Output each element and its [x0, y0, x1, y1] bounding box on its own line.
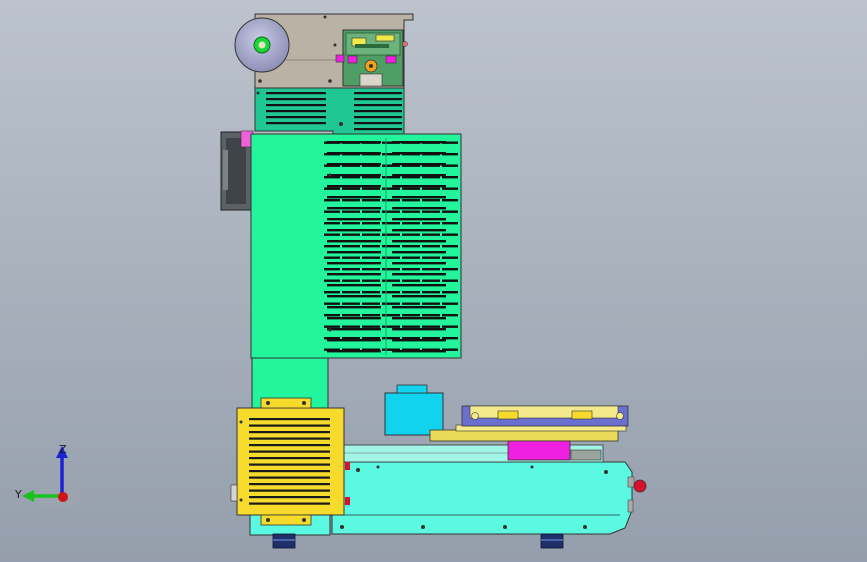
magenta-block [335, 54, 345, 63]
screw [256, 91, 260, 95]
base-unit[interactable] [331, 444, 647, 535]
screw [239, 498, 243, 502]
screw [376, 465, 380, 469]
screw [328, 328, 332, 332]
screw [323, 15, 327, 19]
screw [530, 465, 534, 469]
cad-viewport[interactable]: Z Y [0, 0, 867, 562]
emergency-stop-button[interactable] [633, 479, 647, 493]
slide-rail [355, 44, 389, 48]
fixture-clamp [571, 410, 593, 420]
screw [340, 525, 344, 529]
z-axis-label: Z [59, 443, 67, 456]
screw [302, 401, 306, 405]
machine-model[interactable] [0, 0, 867, 562]
control-box[interactable] [230, 397, 345, 526]
fixture-knob [471, 412, 479, 420]
motor-cap [396, 384, 428, 394]
motor-block[interactable] [384, 384, 444, 436]
screw [302, 518, 306, 522]
screw [258, 79, 262, 83]
switch-body [627, 476, 635, 488]
pin [402, 41, 408, 47]
fixture-plate [429, 429, 619, 442]
reel-axle [258, 41, 266, 49]
main-cover-panel[interactable] [250, 133, 462, 359]
foot-left [272, 533, 296, 549]
indicator-light [345, 497, 350, 505]
side-fan-housing[interactable] [220, 130, 254, 211]
fan-slat [223, 150, 228, 190]
magenta-block [385, 55, 397, 64]
x-axis-indicator [58, 492, 68, 502]
y-axis-head [22, 490, 34, 502]
screw [356, 468, 360, 472]
screw [421, 525, 425, 529]
cover-vent-slots [324, 138, 458, 354]
feed-mechanism[interactable] [335, 29, 408, 87]
screw [583, 525, 587, 529]
upper-body-panel[interactable] [254, 87, 405, 135]
magenta-block [347, 55, 358, 64]
switch-body [627, 499, 634, 513]
fixture-slot [469, 405, 619, 419]
side-connector [230, 484, 238, 502]
yellow-clamp [375, 34, 395, 42]
screw [503, 525, 507, 529]
foot-right [540, 533, 564, 549]
screw [339, 122, 343, 126]
orientation-triad[interactable]: Z Y [12, 438, 82, 510]
screw [328, 173, 332, 177]
indicator-light [345, 462, 350, 470]
screw [239, 420, 243, 424]
screw [266, 401, 270, 405]
magenta-slide-block [507, 440, 571, 461]
y-axis-label: Y [14, 488, 22, 501]
fixture-knob [616, 412, 624, 420]
screw [328, 79, 332, 83]
rail-stop [570, 449, 602, 461]
mount-block [359, 73, 383, 87]
screw [604, 470, 608, 474]
gear-axle [369, 64, 373, 68]
screw [266, 518, 270, 522]
fixture-clamp [497, 410, 519, 420]
screw [333, 43, 337, 47]
